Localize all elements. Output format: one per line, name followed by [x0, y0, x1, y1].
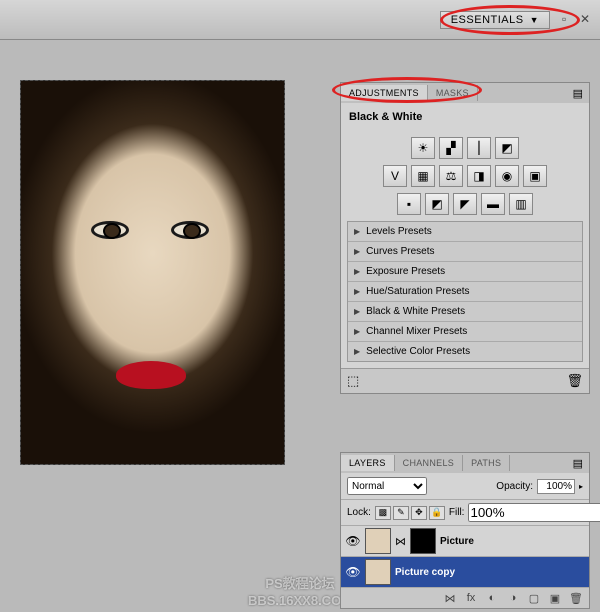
brightness-contrast-icon[interactable]: ☀ — [411, 137, 435, 159]
expand-icon: ▶ — [354, 227, 360, 236]
link-layers-icon[interactable]: ⋈ — [441, 591, 459, 605]
expand-icon: ▶ — [354, 327, 360, 336]
tab-adjustments[interactable]: ADJUSTMENTS — [341, 85, 428, 101]
trash-icon[interactable]: 🗑 — [566, 373, 583, 389]
photo-filter-icon[interactable]: ◉ — [495, 165, 519, 187]
gradient-map-icon[interactable]: ▬ — [481, 193, 505, 215]
layer-mask-thumbnail[interactable] — [410, 528, 436, 554]
panel-menu-icon[interactable]: ▤ — [567, 457, 589, 470]
adjustment-layer-icon[interactable]: ◑ — [504, 591, 522, 605]
visibility-eye-icon[interactable]: 👁 — [345, 564, 361, 580]
channel-mixer-icon[interactable]: ▣ — [523, 165, 547, 187]
new-layer-icon[interactable]: ▣ — [546, 591, 564, 605]
preset-selective-color[interactable]: ▶Selective Color Presets — [348, 342, 582, 361]
lock-all-icon[interactable]: 🔒 — [429, 506, 445, 520]
minimize-icon[interactable]: ▫ — [562, 12, 574, 24]
preset-curves[interactable]: ▶Curves Presets — [348, 242, 582, 262]
layer-mask-icon[interactable]: ◐ — [483, 591, 501, 605]
preset-channel-mixer[interactable]: ▶Channel Mixer Presets — [348, 322, 582, 342]
preset-hue-saturation[interactable]: ▶Hue/Saturation Presets — [348, 282, 582, 302]
expand-panel-icon[interactable]: ⬚ — [347, 373, 359, 389]
group-icon[interactable]: ▢ — [525, 591, 543, 605]
vibrance-icon[interactable]: V — [383, 165, 407, 187]
layer-thumbnail[interactable] — [365, 528, 391, 554]
layer-style-icon[interactable]: fx — [462, 591, 480, 605]
chevron-icon[interactable]: ▸ — [579, 482, 583, 491]
blend-mode-select[interactable]: Normal — [347, 477, 427, 495]
lock-position-icon[interactable]: ✥ — [411, 506, 427, 520]
tab-layers[interactable]: LAYERS — [341, 455, 395, 471]
workspace-label: ESSENTIALS — [451, 14, 524, 26]
adjustment-presets-list: ▶Levels Presets ▶Curves Presets ▶Exposur… — [347, 221, 583, 362]
hue-saturation-icon[interactable]: ▦ — [411, 165, 435, 187]
layer-name[interactable]: Picture — [440, 536, 474, 547]
lock-label: Lock: — [347, 507, 371, 518]
preset-levels[interactable]: ▶Levels Presets — [348, 222, 582, 242]
tab-channels[interactable]: CHANNELS — [395, 455, 463, 471]
preset-exposure[interactable]: ▶Exposure Presets — [348, 262, 582, 282]
curves-icon[interactable]: ⎮ — [467, 137, 491, 159]
selective-color-icon[interactable]: ▥ — [509, 193, 533, 215]
opacity-label: Opacity: — [496, 481, 533, 492]
preset-black-white[interactable]: ▶Black & White Presets — [348, 302, 582, 322]
black-white-icon[interactable]: ◨ — [467, 165, 491, 187]
close-icon[interactable]: ✕ — [580, 12, 592, 24]
lock-transparency-icon[interactable]: ▩ — [375, 506, 391, 520]
delete-layer-icon[interactable]: 🗑 — [567, 591, 585, 605]
opacity-input[interactable] — [537, 479, 575, 494]
levels-icon[interactable]: ▞ — [439, 137, 463, 159]
posterize-icon[interactable]: ◩ — [425, 193, 449, 215]
layer-row[interactable]: 👁 ⋈ Picture — [341, 526, 589, 557]
fill-input[interactable] — [468, 503, 600, 522]
invert-icon[interactable]: ▪ — [397, 193, 421, 215]
image-content — [21, 81, 284, 464]
workspace-switcher[interactable]: ESSENTIALS ▼ — [440, 11, 550, 29]
expand-icon: ▶ — [354, 267, 360, 276]
adjustment-title: Black & White — [347, 109, 583, 131]
threshold-icon[interactable]: ◤ — [453, 193, 477, 215]
lock-pixels-icon[interactable]: ✎ — [393, 506, 409, 520]
layer-thumbnail[interactable] — [365, 559, 391, 585]
document-canvas[interactable] — [20, 80, 285, 465]
layers-panel: LAYERS CHANNELS PATHS ▤ Normal Opacity: … — [340, 452, 590, 609]
fill-label: Fill: — [449, 507, 465, 518]
color-balance-icon[interactable]: ⚖ — [439, 165, 463, 187]
adjustments-panel: ADJUSTMENTS MASKS ▤ Black & White ☀ ▞ ⎮ … — [340, 82, 590, 394]
layer-name[interactable]: Picture copy — [395, 567, 455, 578]
chevron-down-icon: ▼ — [530, 15, 539, 25]
expand-icon: ▶ — [354, 247, 360, 256]
expand-icon: ▶ — [354, 287, 360, 296]
visibility-eye-icon[interactable]: 👁 — [345, 533, 361, 549]
link-icon: ⋈ — [395, 535, 406, 548]
watermark: PS教程论坛 BBS.16XX8.COM — [248, 576, 352, 610]
exposure-icon[interactable]: ◩ — [495, 137, 519, 159]
expand-icon: ▶ — [354, 347, 360, 356]
tab-masks[interactable]: MASKS — [428, 85, 478, 101]
panel-menu-icon[interactable]: ▤ — [567, 87, 589, 100]
expand-icon: ▶ — [354, 307, 360, 316]
layer-row[interactable]: 👁 Picture copy — [341, 557, 589, 588]
tab-paths[interactable]: PATHS — [463, 455, 510, 471]
